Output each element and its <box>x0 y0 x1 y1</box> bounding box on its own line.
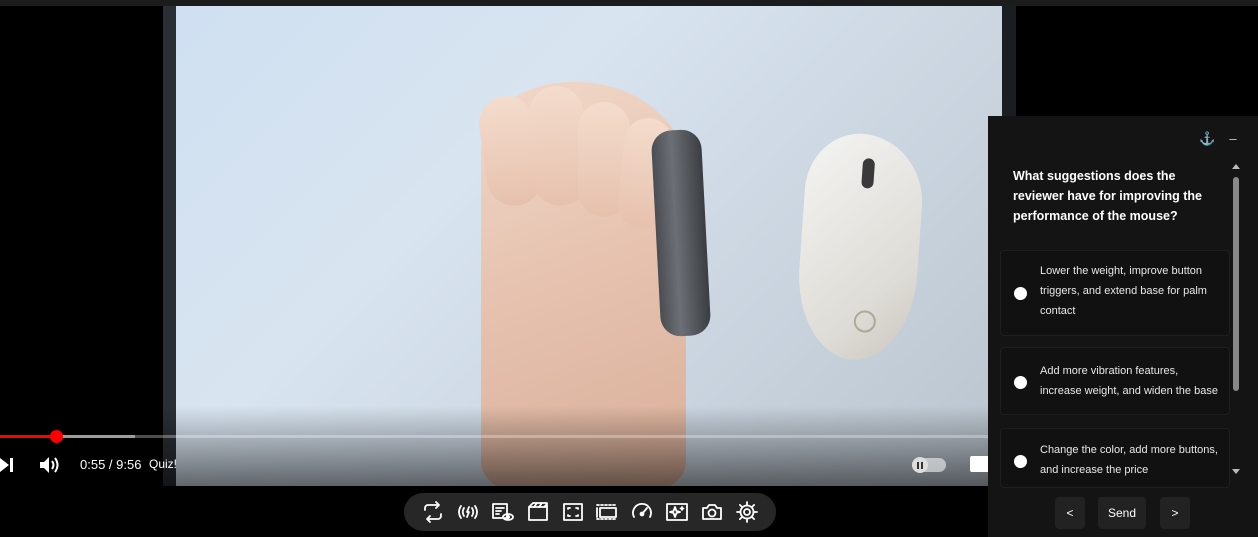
playback-speed-icon <box>632 503 653 518</box>
watch-later-button[interactable] <box>490 499 516 525</box>
theater-mode-icon <box>596 504 619 520</box>
playback-speed-button[interactable] <box>629 499 655 525</box>
loop-icon <box>424 501 443 523</box>
pause-icon <box>912 457 928 473</box>
audio-wave-icon <box>458 505 479 519</box>
controls-gradient <box>163 406 1016 486</box>
quiz-option[interactable]: Lower the weight, improve button trigger… <box>1000 250 1230 336</box>
picture-in-picture-icon <box>562 503 583 521</box>
cinema-mode-icon <box>527 502 548 521</box>
previous-question-button[interactable]: < <box>1055 497 1085 529</box>
progress-bar[interactable] <box>0 430 988 443</box>
watch-later-icon <box>492 503 514 521</box>
extension-toolbar <box>404 493 776 531</box>
video-player-page: 0:55 / 9:56 Quiz! ⚓ – What suggestions d… <box>0 0 1258 537</box>
mouse-wheel-image <box>861 158 876 189</box>
razer-logo-image <box>853 309 877 334</box>
screenshot-button[interactable] <box>699 499 725 525</box>
scroll-down-icon[interactable] <box>1232 469 1240 474</box>
quiz-option-text: Change the color, add more buttons, and … <box>1040 444 1218 476</box>
gear-icon <box>735 501 758 523</box>
quiz-scrollbar[interactable] <box>1232 164 1240 482</box>
mouse-image <box>793 130 927 364</box>
puck-image <box>650 128 712 338</box>
volume-button[interactable] <box>38 454 62 476</box>
quiz-option-text: Lower the weight, improve button trigger… <box>1040 265 1207 317</box>
radio-button[interactable] <box>1014 287 1027 300</box>
quiz-option[interactable]: Change the color, add more buttons, and … <box>1000 428 1230 488</box>
progress-scrubber[interactable] <box>49 430 63 443</box>
time-display: 0:55 / 9:56 <box>80 457 142 472</box>
quiz-question: What suggestions does the reviewer have … <box>1013 169 1202 223</box>
video-frame[interactable] <box>163 6 1016 486</box>
volume-icon <box>40 457 59 473</box>
scroll-thumb[interactable] <box>1233 177 1239 391</box>
cinema-mode-button[interactable] <box>525 499 551 525</box>
loop-button[interactable] <box>420 499 446 525</box>
next-question-button[interactable]: > <box>1160 497 1190 529</box>
theater-mode-button[interactable] <box>594 499 620 525</box>
progress-played <box>0 435 56 438</box>
next-video-button[interactable] <box>0 456 14 474</box>
ai-enhance-icon <box>666 503 688 521</box>
camera-icon <box>701 504 722 520</box>
send-button[interactable]: Send <box>1098 497 1146 529</box>
quiz-option[interactable]: Add more vibration features, increase we… <box>1000 347 1230 415</box>
minimize-button[interactable]: – <box>1226 131 1240 147</box>
radio-button[interactable] <box>1014 376 1027 389</box>
skip-next-icon <box>0 458 13 472</box>
picture-in-picture-button[interactable] <box>560 499 586 525</box>
subtitles-button[interactable] <box>970 456 990 472</box>
ai-enhance-button[interactable] <box>664 499 690 525</box>
audio-wave-button[interactable] <box>455 499 481 525</box>
radio-button[interactable] <box>1014 455 1027 468</box>
anchor-icon[interactable]: ⚓ <box>1199 131 1215 147</box>
quiz-panel: ⚓ – What suggestions does the reviewer h… <box>988 116 1258 537</box>
quiz-option-text: Add more vibration features, increase we… <box>1040 365 1218 397</box>
autoplay-toggle[interactable] <box>912 457 946 473</box>
quiz-label[interactable]: Quiz! <box>149 457 177 471</box>
settings-button[interactable] <box>734 499 760 525</box>
scroll-up-icon[interactable] <box>1232 164 1240 169</box>
